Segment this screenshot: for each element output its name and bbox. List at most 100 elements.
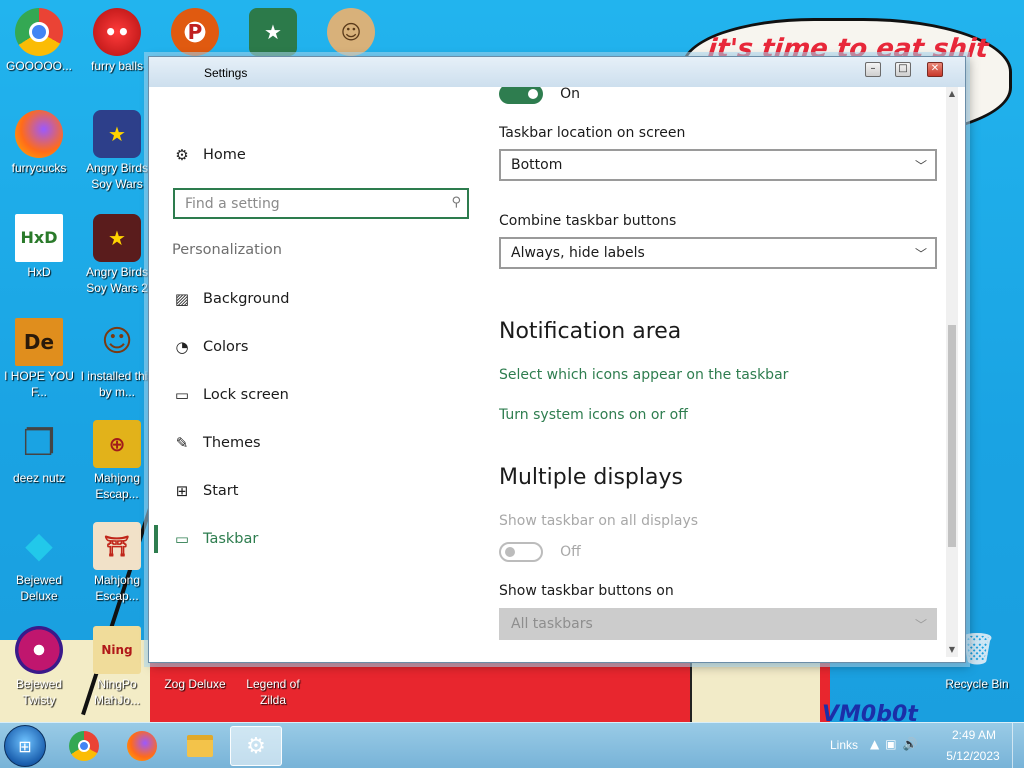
desktop-icon-p-app[interactable]: P bbox=[156, 8, 234, 58]
santa-icon: ★ bbox=[249, 8, 297, 56]
de-app-icon: De bbox=[15, 318, 63, 366]
system-icons-link[interactable]: Turn system icons on or off bbox=[499, 407, 688, 423]
toggle-switch-on[interactable] bbox=[499, 87, 543, 104]
active-indicator bbox=[154, 429, 158, 457]
nav-item-taskbar[interactable]: ▭ Taskbar bbox=[154, 519, 474, 559]
desktop-icon-label: GOOOOO... bbox=[5, 59, 72, 73]
folder-icon bbox=[187, 735, 213, 757]
close-button[interactable]: ✕ bbox=[927, 62, 943, 77]
location-dropdown[interactable]: Bottom ﹀ bbox=[499, 149, 937, 181]
desktop-icon-furry-balls[interactable]: •• furry balls bbox=[78, 8, 156, 74]
combine-dropdown[interactable]: Always, hide labels ﹀ bbox=[499, 237, 937, 269]
taskbar-app-chrome[interactable] bbox=[58, 726, 110, 766]
search-box[interactable]: ⚲ bbox=[173, 188, 469, 219]
toggle-state-label: Off bbox=[560, 543, 581, 560]
desktop-icon-hxd[interactable]: HxD HxD bbox=[0, 214, 78, 280]
image-icon: ▨ bbox=[174, 290, 190, 308]
themes-icon: ✎ bbox=[175, 434, 189, 452]
buttons-on-label: Show taskbar buttons on bbox=[499, 583, 674, 599]
nav-item-label: Taskbar bbox=[203, 531, 259, 547]
toggle-knob bbox=[505, 546, 515, 557]
desktop-icon-label: Zog Deluxe bbox=[164, 677, 226, 691]
clock-date[interactable]: 5/12/2023 bbox=[940, 749, 1006, 763]
combine-label: Combine taskbar buttons bbox=[499, 213, 677, 229]
chrome-icon bbox=[69, 731, 99, 761]
show-desktop-button[interactable] bbox=[1012, 723, 1024, 768]
links-toolbar[interactable]: Links bbox=[830, 738, 858, 752]
desktop-icon-label: furrycucks bbox=[11, 161, 67, 175]
desktop-icon-label: Bejewed Deluxe bbox=[15, 573, 63, 603]
toggle-knob bbox=[528, 88, 538, 99]
desktop-icon-angry-birds-2[interactable]: ★ Angry Birds Soy Wars 2 bbox=[78, 214, 156, 296]
desktop-icon-man-app[interactable]: ☺ bbox=[312, 8, 390, 58]
angry-birds-star-wars-icon: ★ bbox=[93, 110, 141, 158]
active-indicator bbox=[154, 381, 158, 409]
vertical-scrollbar[interactable]: ▲ ▼ bbox=[946, 87, 958, 657]
start-button[interactable]: ⊞ bbox=[4, 725, 46, 767]
ningpo-tile-icon: Ning bbox=[93, 626, 141, 674]
torii-gate-icon: ⛩ bbox=[93, 522, 141, 570]
system-tray[interactable]: ▲▣🔊 bbox=[870, 737, 924, 751]
minimize-button[interactable]: – bbox=[865, 62, 881, 77]
taskbar-app-firefox[interactable] bbox=[116, 726, 168, 766]
desktop-icon-angry-birds-1[interactable]: ★ Angry Birds Soy Wars bbox=[78, 110, 156, 192]
nav-section-title: Personalization bbox=[172, 242, 282, 258]
scroll-down-arrow-icon[interactable]: ▼ bbox=[946, 645, 958, 655]
cartoon-character-icon: ☺ bbox=[101, 324, 133, 359]
buttons-on-dropdown[interactable]: All taskbars ﹀ bbox=[499, 608, 937, 640]
desktop-icon-chrome[interactable]: GOOOOO... bbox=[0, 8, 78, 74]
scroll-thumb[interactable] bbox=[948, 325, 956, 547]
search-input[interactable] bbox=[175, 195, 435, 212]
taskbar: ⊞ ⚙ Links ▲▣🔊 2:49 AM 5/12/2023 bbox=[0, 722, 1024, 768]
desktop-icon-deez-nutz[interactable]: ❐ deez nutz bbox=[0, 420, 78, 486]
nav-home[interactable]: ⚙ Home bbox=[172, 145, 246, 165]
desktop-icon-firefox[interactable]: furrycucks bbox=[0, 110, 78, 176]
nav-item-background[interactable]: ▨ Background bbox=[154, 279, 474, 319]
desktop-icon-bejeweled-twist[interactable]: Bejewed Twisty bbox=[0, 626, 78, 708]
lock-screen-icon: ▭ bbox=[174, 386, 190, 404]
desktop-icon-legend-of-zilda[interactable]: Legend of Zilda bbox=[234, 676, 312, 708]
nav-item-start[interactable]: ⊞ Start bbox=[154, 471, 474, 511]
combine-value: Always, hide labels bbox=[511, 245, 645, 261]
nav-item-label: Start bbox=[203, 483, 239, 499]
taskbar-app-settings[interactable]: ⚙ bbox=[230, 726, 282, 766]
scroll-up-arrow-icon[interactable]: ▲ bbox=[946, 89, 958, 99]
notification-area-heading: Notification area bbox=[499, 319, 682, 344]
nav-item-lock-screen[interactable]: ▭ Lock screen bbox=[154, 375, 474, 415]
red-fuzzball-icon: •• bbox=[93, 8, 141, 56]
toggle-state-label: On bbox=[560, 87, 580, 102]
select-icons-link[interactable]: Select which icons appear on the taskbar bbox=[499, 367, 788, 383]
hxd-icon: HxD bbox=[15, 214, 63, 262]
desktop-icon-zog-deluxe[interactable]: Zog Deluxe bbox=[156, 676, 234, 692]
window-titlebar[interactable]: Settings – □ ✕ bbox=[149, 57, 965, 87]
firefox-icon bbox=[15, 110, 63, 158]
toggle-switch-off[interactable] bbox=[499, 541, 543, 562]
taskbar-app-file-explorer[interactable] bbox=[174, 726, 226, 766]
search-icon: ⚲ bbox=[451, 195, 461, 210]
nav-item-themes[interactable]: ✎ Themes bbox=[154, 423, 474, 463]
desktop-icon-mahjong-2[interactable]: ⛩ Mahjong Escap... bbox=[78, 522, 156, 604]
desktop-icon-label: Mahjong Escap... bbox=[93, 573, 141, 603]
volume-icon[interactable]: 🔊 bbox=[903, 737, 924, 751]
desktop-icon-bejeweled-deluxe[interactable]: ◆ Bejewed Deluxe bbox=[0, 522, 78, 604]
maximize-button[interactable]: □ bbox=[895, 62, 911, 77]
chevron-down-icon: ﹀ bbox=[914, 159, 927, 173]
chevron-down-icon: ﹀ bbox=[914, 247, 927, 261]
window-title: Settings bbox=[204, 66, 248, 80]
man-face-icon: ☺ bbox=[327, 8, 375, 56]
desktop-icon-ningpo[interactable]: Ning NingPo MahJo... bbox=[78, 626, 156, 708]
desktop-icon-label: deez nutz bbox=[12, 471, 66, 485]
desktop-icon-de[interactable]: De I HOPE YOU F... bbox=[0, 318, 78, 400]
active-indicator bbox=[154, 285, 158, 313]
multiple-displays-heading: Multiple displays bbox=[499, 465, 683, 490]
desktop-icon-installed[interactable]: ☺ I installed this by m... bbox=[78, 318, 156, 400]
network-icon[interactable]: ▣ bbox=[885, 737, 902, 751]
nav-item-colors[interactable]: ◔ Colors bbox=[154, 327, 474, 367]
desktop-icon-label: Angry Birds Soy Wars 2 bbox=[85, 265, 149, 295]
clock-time[interactable]: 2:49 AM bbox=[944, 728, 1004, 742]
gem-icon bbox=[15, 626, 63, 674]
chevron-up-icon[interactable]: ▲ bbox=[870, 737, 885, 751]
desktop-icon-label: I installed this by m... bbox=[80, 369, 154, 399]
desktop-icon-mahjong-1[interactable]: ⊕ Mahjong Escap... bbox=[78, 420, 156, 502]
desktop-icon-santa-app[interactable]: ★ bbox=[234, 8, 312, 58]
